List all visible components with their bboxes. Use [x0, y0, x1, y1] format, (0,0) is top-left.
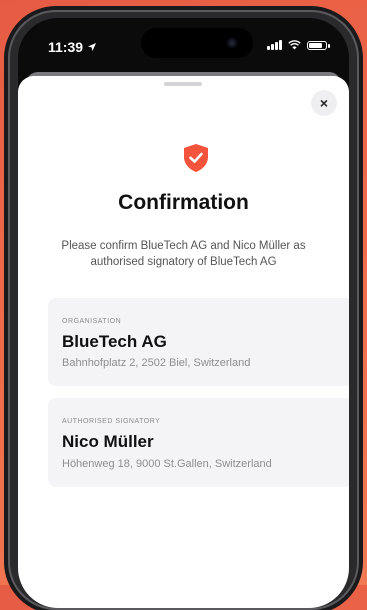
signatory-name: Nico Müller: [62, 432, 154, 451]
signatory-address: Höhenweg 18, 9000 St.Gallen, Switzerland: [62, 458, 272, 470]
dynamic-island: [141, 28, 253, 58]
status-bar: 11:39: [18, 18, 349, 62]
organisation-caption: ORGANISATION: [62, 318, 122, 325]
wifi-icon: [288, 40, 301, 50]
phone-screen: 11:39 × Confirmation Please confirm Blue…: [18, 18, 349, 608]
location-arrow-icon: [88, 43, 97, 51]
close-button[interactable]: ×: [311, 90, 337, 116]
phone-frame: 11:39 × Confirmation Please confirm Blue…: [8, 10, 359, 610]
shield-check-icon: [184, 144, 208, 172]
battery-icon: [307, 40, 330, 50]
close-icon: ×: [319, 95, 329, 111]
sheet-grabber[interactable]: [164, 82, 202, 86]
status-time-text: 11:39: [48, 39, 84, 55]
signatory-caption: AUTHORISED SIGNATORY: [62, 418, 161, 425]
organisation-card: ORGANISATION BlueTech AG Bahnhofplatz 2,…: [48, 298, 349, 386]
organisation-address: Bahnhofplatz 2, 2502 Biel, Switzerland: [62, 357, 251, 369]
signal-icon: [267, 40, 282, 50]
confirmation-description: Please confirm BlueTech AG and Nico Müll…: [61, 240, 306, 268]
page-title: Confirmation: [118, 191, 249, 214]
status-time: 11:39: [48, 39, 97, 55]
system-indicators: [267, 40, 330, 50]
confirmation-sheet: × Confirmation Please confirm BlueTech A…: [18, 76, 349, 608]
signatory-card: AUTHORISED SIGNATORY Nico Müller Höhenwe…: [48, 398, 349, 487]
camera-icon: [227, 38, 237, 48]
organisation-name: BlueTech AG: [62, 332, 167, 351]
